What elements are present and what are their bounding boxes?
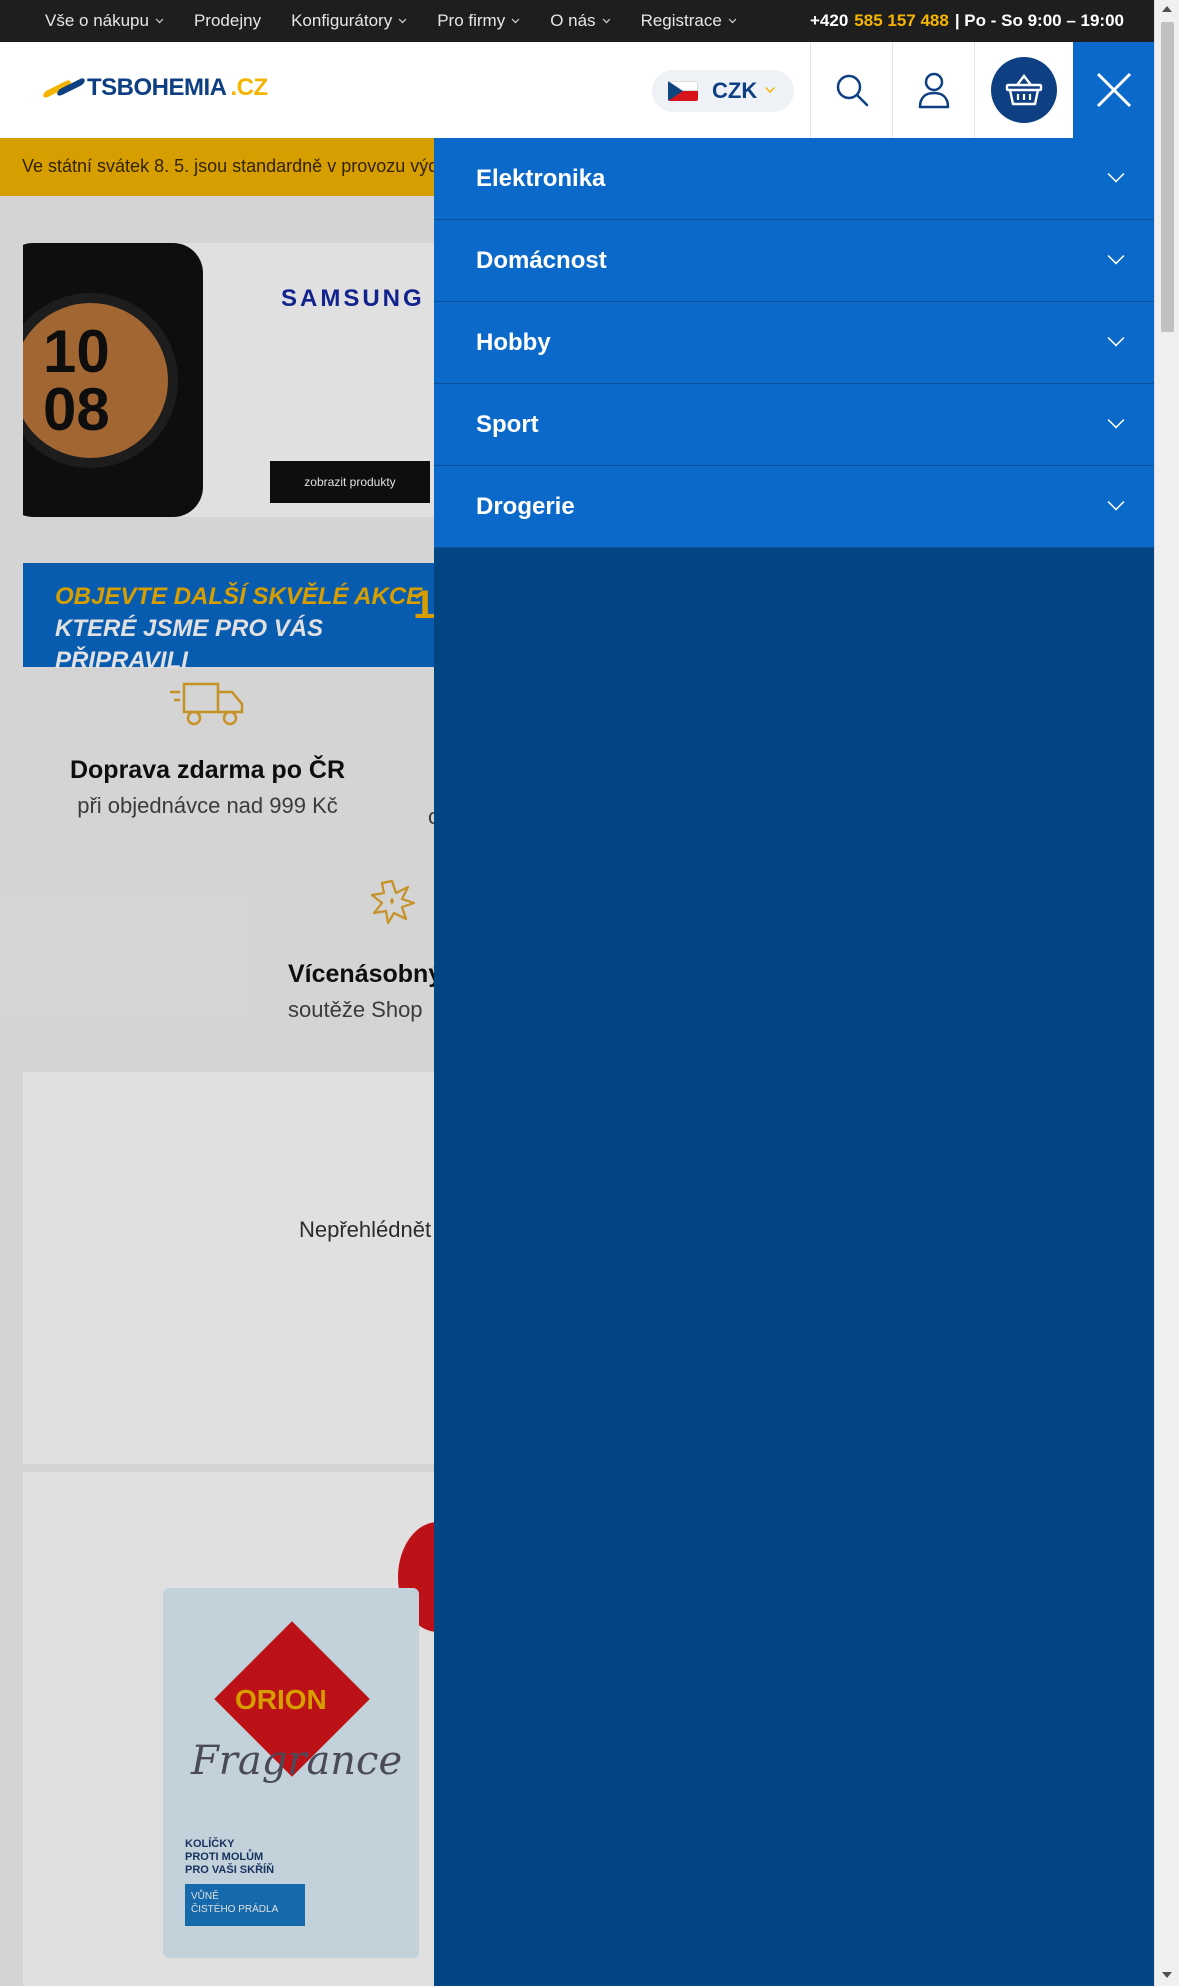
category-menu: Elektronika Domácnost Hobby Sport Droger…: [434, 138, 1154, 1986]
chevron-down-icon: [1107, 329, 1125, 346]
top-nav-label: Pro firmy: [437, 11, 506, 30]
menu-item-label: Domácnost: [476, 246, 607, 274]
czech-flag-icon: [668, 81, 698, 101]
menu-item-label: Drogerie: [476, 492, 575, 520]
phone-prefix: +420: [809, 11, 849, 30]
chevron-down-icon: [1107, 247, 1125, 264]
chevron-down-icon: [511, 15, 520, 24]
top-nav-label: O nás: [550, 11, 596, 30]
logo-suffix: .CZ: [230, 74, 269, 101]
top-nav-item-vse-o-nakupu[interactable]: Vše o nákupu: [45, 11, 164, 31]
site-logo[interactable]: TSBOHEMIA .CZ: [42, 74, 269, 102]
top-nav-item-o-nas[interactable]: O nás: [550, 11, 610, 31]
search-button[interactable]: [810, 42, 892, 138]
top-nav-item-registrace[interactable]: Registrace: [641, 11, 737, 31]
chevron-down-icon: [765, 83, 776, 93]
logo-mark: [42, 76, 86, 100]
chevron-down-icon: [1107, 411, 1125, 428]
scroll-down-arrow-icon[interactable]: [1162, 1972, 1172, 1978]
phone-number-link[interactable]: 585 157 488: [854, 11, 949, 31]
menu-item-elektronika[interactable]: Elektronika: [434, 138, 1154, 220]
menu-item-domacnost[interactable]: Domácnost: [434, 220, 1154, 302]
top-nav-label: Konfigurátory: [291, 11, 393, 30]
chevron-down-icon: [1107, 493, 1125, 510]
menu-item-drogerie[interactable]: Drogerie: [434, 466, 1154, 548]
top-nav-label: Vše o nákupu: [45, 11, 149, 30]
user-icon: [918, 72, 949, 109]
top-nav-label: Registrace: [640, 11, 722, 30]
currency-label: CZK: [712, 78, 758, 103]
cart-circle: [991, 57, 1057, 123]
menu-item-sport[interactable]: Sport: [434, 384, 1154, 466]
top-nav-item-konfiguratory[interactable]: Konfigurátory: [291, 11, 407, 31]
top-bar: Vše o nákupu Prodejny Konfigurátory Pro …: [0, 0, 1154, 42]
account-button[interactable]: [892, 42, 974, 138]
opening-hours: | Po - So 9:00 – 19:00: [954, 11, 1124, 30]
top-nav: Vše o nákupu Prodejny Konfigurátory Pro …: [45, 0, 737, 42]
menu-item-label: Elektronika: [476, 164, 606, 192]
currency-selector[interactable]: CZK: [652, 70, 794, 112]
cart-button[interactable]: [974, 42, 1073, 138]
top-nav-item-pro-firmy[interactable]: Pro firmy: [437, 11, 520, 31]
logo-text: TSBOHEMIA: [87, 74, 227, 101]
chevron-down-icon: [728, 15, 737, 24]
page-dim-overlay[interactable]: [0, 138, 434, 1986]
basket-icon: [1005, 74, 1043, 106]
scrollbar-thumb[interactable]: [1161, 22, 1174, 332]
contact-info: +420 585 157 488 | Po - So 9:00 – 19:00: [810, 0, 1124, 42]
scroll-up-arrow-icon[interactable]: [1162, 6, 1172, 12]
chevron-down-icon: [602, 15, 610, 24]
chevron-down-icon: [398, 15, 407, 24]
menu-item-label: Sport: [476, 410, 539, 438]
menu-item-label: Hobby: [476, 328, 551, 356]
top-nav-label: Prodejny: [193, 11, 262, 30]
chevron-down-icon: [155, 15, 164, 24]
close-icon: [1096, 72, 1131, 108]
page-scrollbar[interactable]: [1154, 0, 1179, 1986]
menu-item-hobby[interactable]: Hobby: [434, 302, 1154, 384]
chevron-down-icon: [1107, 165, 1125, 182]
top-nav-item-prodejny[interactable]: Prodejny: [194, 11, 261, 31]
close-menu-button[interactable]: [1073, 42, 1154, 138]
search-icon: [836, 74, 868, 107]
